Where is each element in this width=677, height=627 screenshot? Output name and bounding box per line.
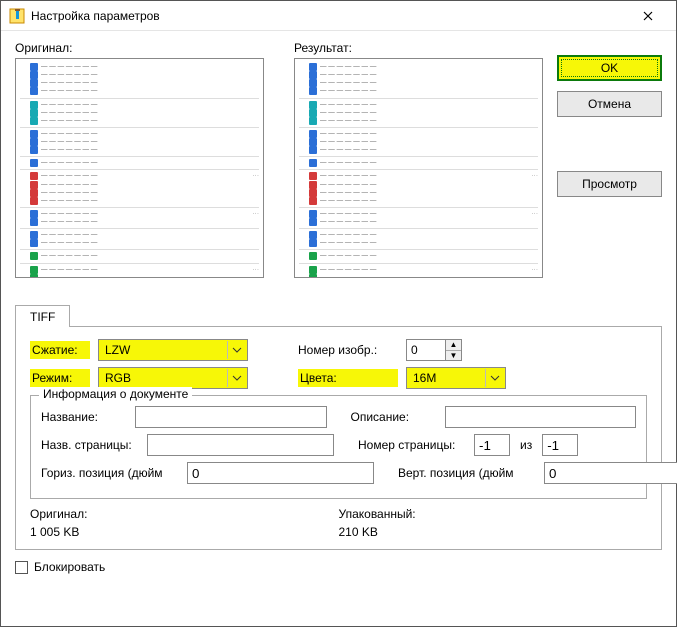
colors-value: 16M <box>413 371 436 385</box>
ok-button[interactable]: OK <box>557 55 662 81</box>
vpos-label: Верт. позиция (дюйм <box>398 466 538 480</box>
hpos-label: Гориз. позиция (дюйм <box>41 466 181 480</box>
app-icon <box>9 8 25 24</box>
doc-title-label: Название: <box>41 410 129 424</box>
window-title: Настройка параметров <box>31 9 628 23</box>
mode-select[interactable]: RGB <box>98 367 248 389</box>
spinner-down-icon[interactable]: ▼ <box>446 351 461 361</box>
document-info-legend: Информация о документе <box>39 387 192 401</box>
image-no-spinner[interactable]: 0 ▲ ▼ <box>406 339 462 361</box>
lock-checkbox[interactable] <box>15 561 28 574</box>
page-name-input[interactable] <box>147 434 334 456</box>
image-no-value[interactable]: 0 <box>406 339 446 361</box>
tab-tiff[interactable]: TIFF <box>15 305 70 327</box>
document-info-group: Информация о документе Название: Описани… <box>30 395 647 499</box>
mode-value: RGB <box>105 371 131 385</box>
close-button[interactable] <box>628 2 668 30</box>
size-original-label: Оригинал: <box>30 507 339 521</box>
original-preview-label: Оригинал: <box>15 41 264 55</box>
result-preview: — — — — — — —— — — — — — —— — — — — — ——… <box>294 58 543 278</box>
colors-select[interactable]: 16M <box>406 367 506 389</box>
hpos-input[interactable] <box>187 462 374 484</box>
preview-button[interactable]: Просмотр <box>557 171 662 197</box>
chevron-down-icon <box>227 369 245 387</box>
lock-label: Блокировать <box>34 560 105 574</box>
image-no-label: Номер изобр.: <box>298 343 398 357</box>
compression-label: Сжатие: <box>30 341 90 359</box>
compression-value: LZW <box>105 343 130 357</box>
size-packed-value: 210 KB <box>339 525 648 539</box>
page-no-label: Номер страницы: <box>358 438 468 452</box>
mode-label: Режим: <box>30 369 90 387</box>
doc-desc-input[interactable] <box>445 406 637 428</box>
cancel-button[interactable]: Отмена <box>557 91 662 117</box>
doc-title-input[interactable] <box>135 406 327 428</box>
doc-desc-label: Описание: <box>351 410 439 424</box>
tab-panel-tiff: Сжатие: LZW Номер изобр.: 0 ▲ ▼ <box>15 326 662 550</box>
titlebar: Настройка параметров <box>1 1 676 31</box>
vpos-input[interactable] <box>544 462 677 484</box>
result-preview-label: Результат: <box>294 41 543 55</box>
colors-label: Цвета: <box>298 369 398 387</box>
size-original-value: 1 005 KB <box>30 525 339 539</box>
spinner-up-icon[interactable]: ▲ <box>446 340 461 351</box>
page-name-label: Назв. страницы: <box>41 438 141 452</box>
chevron-down-icon <box>227 341 245 359</box>
chevron-down-icon <box>485 369 503 387</box>
page-total-input[interactable] <box>542 434 578 456</box>
size-packed-label: Упакованный: <box>339 507 648 521</box>
compression-select[interactable]: LZW <box>98 339 248 361</box>
original-preview: — — — — — — —— — — — — — —— — — — — — ——… <box>15 58 264 278</box>
of-label: из <box>520 438 532 452</box>
page-no-input[interactable] <box>474 434 510 456</box>
